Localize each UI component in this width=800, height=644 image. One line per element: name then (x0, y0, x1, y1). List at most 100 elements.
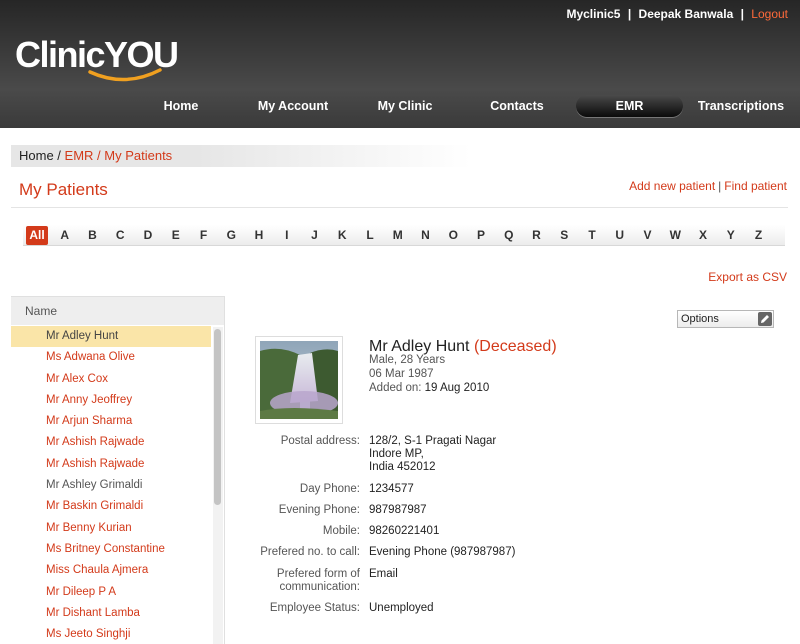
patient-row[interactable]: Mr Ashish Rajwade (11, 454, 211, 475)
nav-contacts[interactable]: Contacts (482, 95, 552, 117)
alphabet-letter-s[interactable]: S (553, 226, 575, 245)
employee-status-label: Employee Status: (269, 602, 360, 614)
alphabet-letter-l[interactable]: L (359, 226, 381, 245)
patient-name-text: Mr Adley Hunt (369, 338, 470, 355)
waterfall-photo-icon (260, 341, 338, 419)
patient-row[interactable]: Mr Adley Hunt (11, 326, 211, 348)
patient-row[interactable]: Miss Chaula Ajmera (11, 560, 211, 581)
list-scrollbar[interactable] (213, 327, 223, 644)
nav-emr[interactable]: EMR (576, 95, 683, 117)
alphabet-letter-u[interactable]: U (609, 226, 631, 245)
alphabet-letter-m[interactable]: M (387, 226, 409, 245)
alphabet-letter-r[interactable]: R (526, 226, 548, 245)
breadcrumb-separator: / (53, 148, 65, 163)
user-name: Deepak Banwala (638, 7, 734, 21)
alphabet-letter-h[interactable]: H (248, 226, 270, 245)
main-nav: Home My Account My Clinic Contacts EMR T… (0, 95, 800, 119)
patient-photo (255, 336, 343, 424)
find-patient-link[interactable]: Find patient (724, 179, 787, 193)
alphabet-letter-w[interactable]: W (664, 226, 686, 245)
divider (11, 207, 788, 208)
edit-icon[interactable] (758, 312, 772, 326)
patient-gender-age: Male, 28 Years (369, 354, 446, 366)
options-dropdown[interactable]: Options (677, 310, 774, 328)
alphabet-letter-f[interactable]: F (193, 226, 215, 245)
nav-my-account[interactable]: My Account (250, 95, 336, 117)
postal-address-line-1: 128/2, S-1 Pragati Nagar (369, 435, 497, 447)
patient-added-on: Added on: 19 Aug 2010 (369, 382, 489, 394)
patient-row[interactable]: Mr Ashish Rajwade (11, 432, 211, 453)
preferred-communication-label-2: communication: (279, 581, 360, 593)
day-phone-label: Day Phone: (299, 483, 360, 495)
nav-transcriptions[interactable]: Transcriptions (692, 95, 790, 117)
breadcrumb-current: My Patients (104, 148, 173, 163)
alphabet-letter-g[interactable]: G (220, 226, 242, 245)
added-on-label: Added on: (369, 382, 422, 394)
alphabet-all[interactable]: All (26, 226, 48, 245)
patient-dob: 06 Mar 1987 (369, 368, 434, 380)
alphabet-letter-x[interactable]: X (692, 226, 714, 245)
postal-address-line-3: India 452012 (369, 461, 436, 473)
postal-address-label: Postal address: (280, 435, 360, 447)
patient-row[interactable]: Mr Baskin Grimaldi (11, 496, 211, 517)
user-bar: Myclinic5 | Deepak Banwala | Logout (566, 7, 788, 21)
patient-row[interactable]: Mr Arjun Sharma (11, 411, 211, 432)
alphabet-letter-q[interactable]: Q (498, 226, 520, 245)
export-csv-link[interactable]: Export as CSV (708, 270, 787, 284)
mobile-value: 98260221401 (369, 525, 440, 537)
patient-row[interactable]: Mr Ashley Grimaldi (11, 475, 211, 496)
breadcrumb-emr[interactable]: EMR (65, 148, 94, 163)
alphabet-letter-d[interactable]: D (137, 226, 159, 245)
app-header: Myclinic5 | Deepak Banwala | Logout Clin… (0, 0, 800, 128)
patient-row[interactable]: Mr Dileep P A (11, 582, 211, 603)
alphabet-letter-a[interactable]: A (54, 226, 76, 245)
list-header-name[interactable]: Name (11, 297, 225, 325)
page-actions: Add new patient | Find patient (629, 179, 787, 193)
nav-my-clinic[interactable]: My Clinic (368, 95, 442, 117)
separator: | (718, 179, 722, 193)
patient-row[interactable]: Ms Jeeto Singhji (11, 624, 211, 644)
alphabet-letter-o[interactable]: O (442, 226, 464, 245)
preferred-communication-value: Email (369, 568, 398, 580)
alphabet-letter-c[interactable]: C (109, 226, 131, 245)
alphabet-letter-i[interactable]: I (276, 226, 298, 245)
preferred-call-value: Evening Phone (987987987) (369, 546, 516, 558)
patient-row[interactable]: Mr Anny Jeoffrey (11, 390, 211, 411)
evening-phone-value: 987987987 (369, 504, 427, 516)
options-label: Options (681, 313, 719, 325)
alphabet-letter-t[interactable]: T (581, 226, 603, 245)
logout-link[interactable]: Logout (751, 7, 788, 21)
patient-row[interactable]: Ms Britney Constantine (11, 539, 211, 560)
patient-row[interactable]: Ms Adwana Olive (11, 347, 211, 368)
main-content: Home / EMR / My Patients My Patients Add… (0, 128, 800, 644)
added-on-value: 19 Aug 2010 (424, 382, 490, 394)
alphabet-letter-p[interactable]: P (470, 226, 492, 245)
page-title: My Patients (19, 180, 108, 199)
patient-row[interactable]: Mr Dishant Lamba (11, 603, 211, 624)
alphabet-letter-n[interactable]: N (415, 226, 437, 245)
alphabet-letter-v[interactable]: V (637, 226, 659, 245)
alphabet-letter-j[interactable]: J (304, 226, 326, 245)
breadcrumb-separator: / (93, 148, 105, 163)
patient-row[interactable]: Mr Benny Kurian (11, 518, 211, 539)
alphabet-letter-y[interactable]: Y (720, 226, 742, 245)
separator: | (627, 7, 632, 21)
nav-home[interactable]: Home (150, 95, 212, 117)
add-new-patient-link[interactable]: Add new patient (629, 179, 715, 193)
alphabet-letter-k[interactable]: K (331, 226, 353, 245)
logo-smile-icon (88, 68, 162, 82)
deceased-status: (Deceased) (473, 338, 557, 355)
separator: | (740, 7, 744, 21)
alphabet-letter-z[interactable]: Z (748, 226, 770, 245)
breadcrumb-home[interactable]: Home (19, 148, 54, 163)
preferred-communication-label-1: Prefered form of (276, 568, 360, 580)
divider (224, 296, 225, 644)
employee-status-value: Unemployed (369, 602, 434, 614)
patient-list: Name Mr Adley Hunt Ms Adwana Olive Mr Alex… (11, 296, 225, 644)
alphabet-letter-b[interactable]: B (82, 226, 104, 245)
patient-rows: Mr Adley Hunt Ms Adwana Olive Mr Alex Cox M… (11, 326, 211, 644)
mobile-label: Mobile: (322, 525, 360, 537)
scrollbar-thumb[interactable] (214, 329, 221, 505)
patient-row[interactable]: Mr Alex Cox (11, 369, 211, 390)
alphabet-letter-e[interactable]: E (165, 226, 187, 245)
